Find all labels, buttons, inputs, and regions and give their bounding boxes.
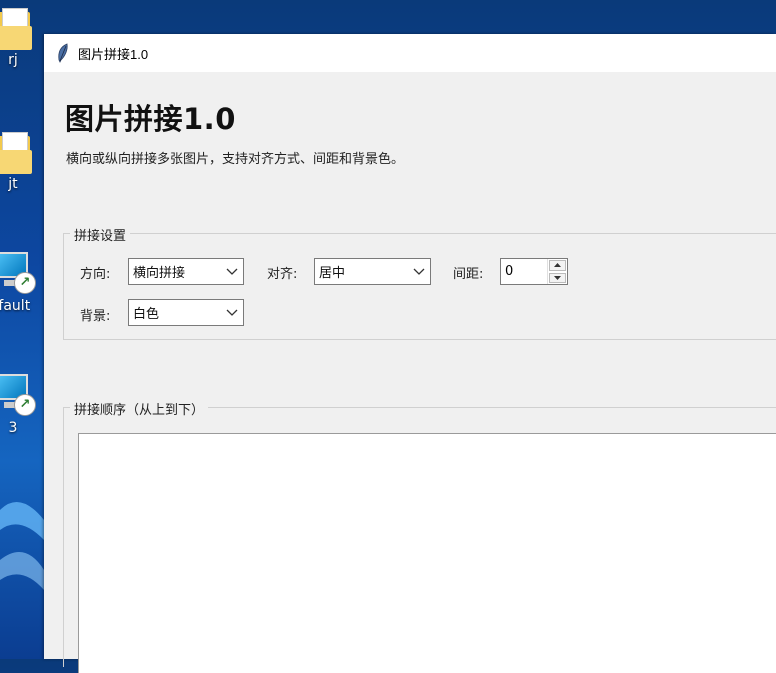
desktop-strip: rj jt ↗ efault ↗ 3 [0, 0, 44, 659]
background-select[interactable]: 白色 [128, 299, 244, 326]
wallpaper-wave [0, 502, 44, 590]
desktop-icon-remote-default[interactable]: ↗ efault [0, 250, 44, 314]
page-description: 横向或纵向拼接多张图片，支持对齐方式、间距和背景色。 [66, 152, 405, 167]
desktop-icon-remote-3[interactable]: ↗ 3 [0, 372, 44, 436]
order-group: 拼接顺序（从上到下） [63, 399, 776, 673]
desktop-icon-label: 3 [8, 420, 18, 436]
direction-select[interactable]: 横向拼接 [128, 258, 244, 285]
remote-desktop-icon: ↗ [0, 372, 36, 418]
image-order-list[interactable] [78, 433, 776, 673]
desktop-icon-rj[interactable]: rj [0, 6, 44, 68]
spin-up-button[interactable] [549, 260, 566, 271]
page-title: 图片拼接1.0 [65, 102, 236, 136]
title-bar[interactable]: 图片拼接1.0 [44, 34, 776, 72]
spacing-spinbox[interactable]: 0 [500, 258, 568, 285]
align-label: 对齐: [267, 267, 298, 282]
direction-value: 横向拼接 [133, 266, 186, 281]
spin-down-button[interactable] [549, 272, 566, 283]
spacing-label: 间距: [453, 267, 484, 282]
feather-icon [58, 43, 68, 63]
app-window: 图片拼接1.0 图片拼接1.0 横向或纵向拼接多张图片，支持对齐方式、间距和背景… [44, 34, 776, 673]
window-title: 图片拼接1.0 [78, 46, 149, 62]
remote-desktop-icon: ↗ [0, 250, 36, 296]
chevron-down-icon[interactable] [221, 300, 243, 325]
desktop-icon-label: efault [0, 298, 31, 314]
desktop-icon-jt[interactable]: jt [0, 130, 44, 192]
background-label: 背景: [80, 309, 111, 324]
align-select[interactable]: 居中 [314, 258, 431, 285]
desktop-icon-label: jt [8, 176, 18, 192]
chevron-down-icon[interactable] [408, 259, 430, 284]
align-value: 居中 [319, 266, 346, 281]
settings-group: 拼接设置 方向: 横向拼接 对齐: 居中 间距: 0 背景: 白色 [63, 225, 776, 340]
folder-icon [0, 130, 32, 174]
folder-icon [0, 6, 32, 50]
background-value: 白色 [133, 307, 160, 322]
chevron-down-icon[interactable] [221, 259, 243, 284]
desktop-icon-label: rj [8, 52, 18, 68]
settings-group-legend: 拼接设置 [70, 225, 131, 244]
spacing-value: 0 [505, 264, 514, 279]
direction-label: 方向: [80, 267, 111, 282]
order-group-legend: 拼接顺序（从上到下） [70, 399, 209, 418]
